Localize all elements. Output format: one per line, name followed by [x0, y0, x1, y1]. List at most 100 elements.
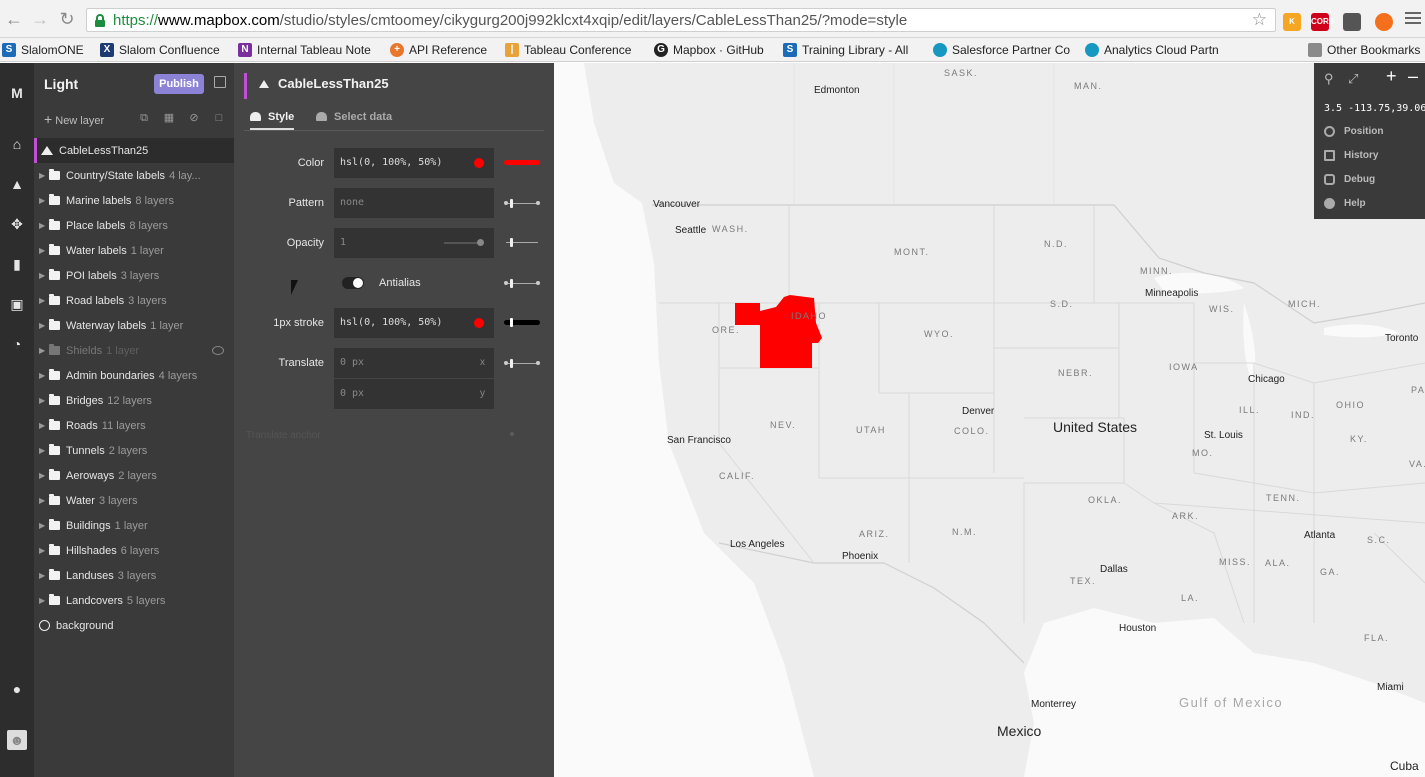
- layer-row[interactable]: ▶ Hillshades 6 layers: [34, 538, 234, 563]
- caret-right-icon[interactable]: ▶: [39, 421, 49, 430]
- bookmark-slalom-confluence[interactable]: X Slalom Confluence: [100, 42, 220, 58]
- extension-puzzle-icon[interactable]: [1343, 13, 1361, 31]
- hidden-eye-icon[interactable]: [212, 346, 224, 355]
- opacity-zoom-function[interactable]: [504, 238, 540, 248]
- layer-row[interactable]: ▶ Roads 11 layers: [34, 413, 234, 438]
- layer-row[interactable]: ▶ Landuses 3 layers: [34, 563, 234, 588]
- forward-arrow-icon[interactable]: →: [30, 9, 50, 29]
- caret-right-icon[interactable]: ▶: [39, 296, 49, 305]
- pattern-field[interactable]: none: [334, 188, 494, 218]
- position-button[interactable]: Position: [1314, 120, 1425, 144]
- hide-layer-icon[interactable]: ⊘: [188, 112, 200, 124]
- layer-row[interactable]: CableLessThan25: [34, 138, 234, 163]
- url-text[interactable]: https://www.mapbox.com/studio/styles/cmt…: [113, 12, 907, 29]
- layer-row[interactable]: ▶ Shields 1 layer: [34, 338, 234, 363]
- bookmark-slalomone[interactable]: S SlalomONE: [2, 42, 84, 58]
- caret-right-icon[interactable]: ▶: [39, 346, 49, 355]
- move-icon[interactable]: ✥: [7, 214, 27, 234]
- extension-orange-icon[interactable]: [1375, 13, 1393, 31]
- mapbox-logo-icon[interactable]: M: [7, 83, 27, 103]
- opacity-slider-track[interactable]: [444, 242, 480, 244]
- antialias-zoom-function[interactable]: [504, 279, 540, 289]
- caret-right-icon[interactable]: ▶: [39, 596, 49, 605]
- antialias-toggle[interactable]: [342, 277, 364, 289]
- color-zoom-function[interactable]: [504, 158, 540, 168]
- map-canvas[interactable]: SASK. MAN. Edmonton Vancouver Seattle WA…: [554, 63, 1425, 777]
- opacity-slider-knob[interactable]: [477, 239, 484, 246]
- layer-row[interactable]: ▶ Water labels 1 layer: [34, 238, 234, 263]
- duplicate-icon[interactable]: ⧉: [138, 112, 150, 124]
- stroke-swatch[interactable]: [474, 318, 484, 328]
- layer-row[interactable]: ▶ Marine labels 8 layers: [34, 188, 234, 213]
- folder-icon[interactable]: ▣: [7, 294, 27, 314]
- cable-less-than-25-area[interactable]: [735, 295, 822, 368]
- stroke-color-field[interactable]: hsl(0, 100%, 50%): [334, 308, 494, 338]
- bookmark-analytics-cloud[interactable]: Analytics Cloud Partn: [1085, 42, 1219, 58]
- trash-icon[interactable]: □: [213, 112, 225, 124]
- back-arrow-icon[interactable]: ←: [4, 9, 24, 29]
- layer-row[interactable]: background: [34, 613, 234, 638]
- layer-row[interactable]: ▶ Tunnels 2 layers: [34, 438, 234, 463]
- debug-button[interactable]: Debug: [1314, 168, 1425, 192]
- address-bar[interactable]: https://www.mapbox.com/studio/styles/cmt…: [86, 8, 1276, 32]
- caret-right-icon[interactable]: ▶: [39, 546, 49, 555]
- stroke-zoom-function[interactable]: [504, 318, 540, 328]
- zoom-in-icon[interactable]: +: [1386, 66, 1397, 87]
- layer-row[interactable]: ▶ POI labels 3 layers: [34, 263, 234, 288]
- bookmark-other[interactable]: Other Bookmarks: [1308, 42, 1420, 58]
- search-icon[interactable]: ⚲: [1324, 71, 1334, 87]
- home-icon[interactable]: ⌂: [7, 134, 27, 154]
- caret-right-icon[interactable]: ▶: [39, 496, 49, 505]
- bookmark-training-library[interactable]: S Training Library - All: [783, 42, 908, 58]
- layer-row[interactable]: ▶ Bridges 12 layers: [34, 388, 234, 413]
- open-external-icon[interactable]: [214, 76, 226, 88]
- publish-button[interactable]: Publish: [154, 74, 204, 94]
- stats-icon[interactable]: ▮: [7, 254, 27, 274]
- layer-row[interactable]: ▶ Landcovers 5 layers: [34, 588, 234, 613]
- caret-right-icon[interactable]: ▶: [39, 446, 49, 455]
- layer-row[interactable]: ▶ Place labels 8 layers: [34, 213, 234, 238]
- caret-right-icon[interactable]: ▶: [39, 321, 49, 330]
- fullscreen-icon[interactable]: ⤢: [1348, 71, 1358, 87]
- tab-style[interactable]: Style: [250, 111, 295, 130]
- caret-right-icon[interactable]: ▶: [39, 471, 49, 480]
- layer-row[interactable]: ▶ Buildings 1 layer: [34, 513, 234, 538]
- translate-anchor-control[interactable]: [510, 432, 514, 436]
- avatar[interactable]: ☻: [7, 730, 27, 750]
- browser-menu-icon[interactable]: [1405, 12, 1421, 27]
- globe-icon[interactable]: ◔: [7, 334, 27, 354]
- bookmark-salesforce-partner[interactable]: Salesforce Partner Co: [933, 42, 1070, 58]
- translate-x-field[interactable]: 0 px x: [334, 348, 494, 378]
- caret-right-icon[interactable]: ▶: [39, 521, 49, 530]
- opacity-field[interactable]: 1: [334, 228, 494, 258]
- caret-right-icon[interactable]: ▶: [39, 246, 49, 255]
- layer-row[interactable]: ▶ Aeroways 2 layers: [34, 463, 234, 488]
- layer-row[interactable]: ▶ Country/State labels 4 lay...: [34, 163, 234, 188]
- translate-zoom-function[interactable]: [504, 359, 540, 369]
- bell-icon[interactable]: ●: [7, 679, 27, 699]
- bookmark-mapbox-github[interactable]: G Mapbox · GitHub: [654, 42, 764, 58]
- bookmark-internal-tableau[interactable]: N Internal Tableau Note: [238, 42, 371, 58]
- color-swatch[interactable]: [474, 158, 484, 168]
- new-layer-button[interactable]: + New layer: [44, 111, 104, 127]
- history-button[interactable]: History: [1314, 144, 1425, 168]
- extension-cors-icon[interactable]: CORS: [1311, 13, 1334, 31]
- extension-k-icon[interactable]: K: [1283, 13, 1301, 31]
- caret-right-icon[interactable]: ▶: [39, 571, 49, 580]
- help-button[interactable]: Help: [1314, 192, 1425, 216]
- bookmark-api-reference[interactable]: + API Reference: [390, 42, 487, 58]
- bookmark-tableau-conference[interactable]: | Tableau Conference: [505, 42, 631, 58]
- reload-icon[interactable]: ↻: [57, 9, 77, 29]
- layer-row[interactable]: ▶ Waterway labels 1 layer: [34, 313, 234, 338]
- layer-row[interactable]: ▶ Water 3 layers: [34, 488, 234, 513]
- caret-right-icon[interactable]: ▶: [39, 271, 49, 280]
- caret-right-icon[interactable]: ▶: [39, 171, 49, 180]
- caret-right-icon[interactable]: ▶: [39, 371, 49, 380]
- paint-bucket-icon[interactable]: ▲: [7, 174, 27, 194]
- tab-select-data[interactable]: Select data: [316, 111, 392, 123]
- group-folder-icon[interactable]: ▦: [163, 112, 175, 124]
- layer-row[interactable]: ▶ Admin boundaries 4 layers: [34, 363, 234, 388]
- caret-right-icon[interactable]: ▶: [39, 196, 49, 205]
- caret-right-icon[interactable]: ▶: [39, 221, 49, 230]
- pattern-zoom-function[interactable]: [504, 199, 540, 209]
